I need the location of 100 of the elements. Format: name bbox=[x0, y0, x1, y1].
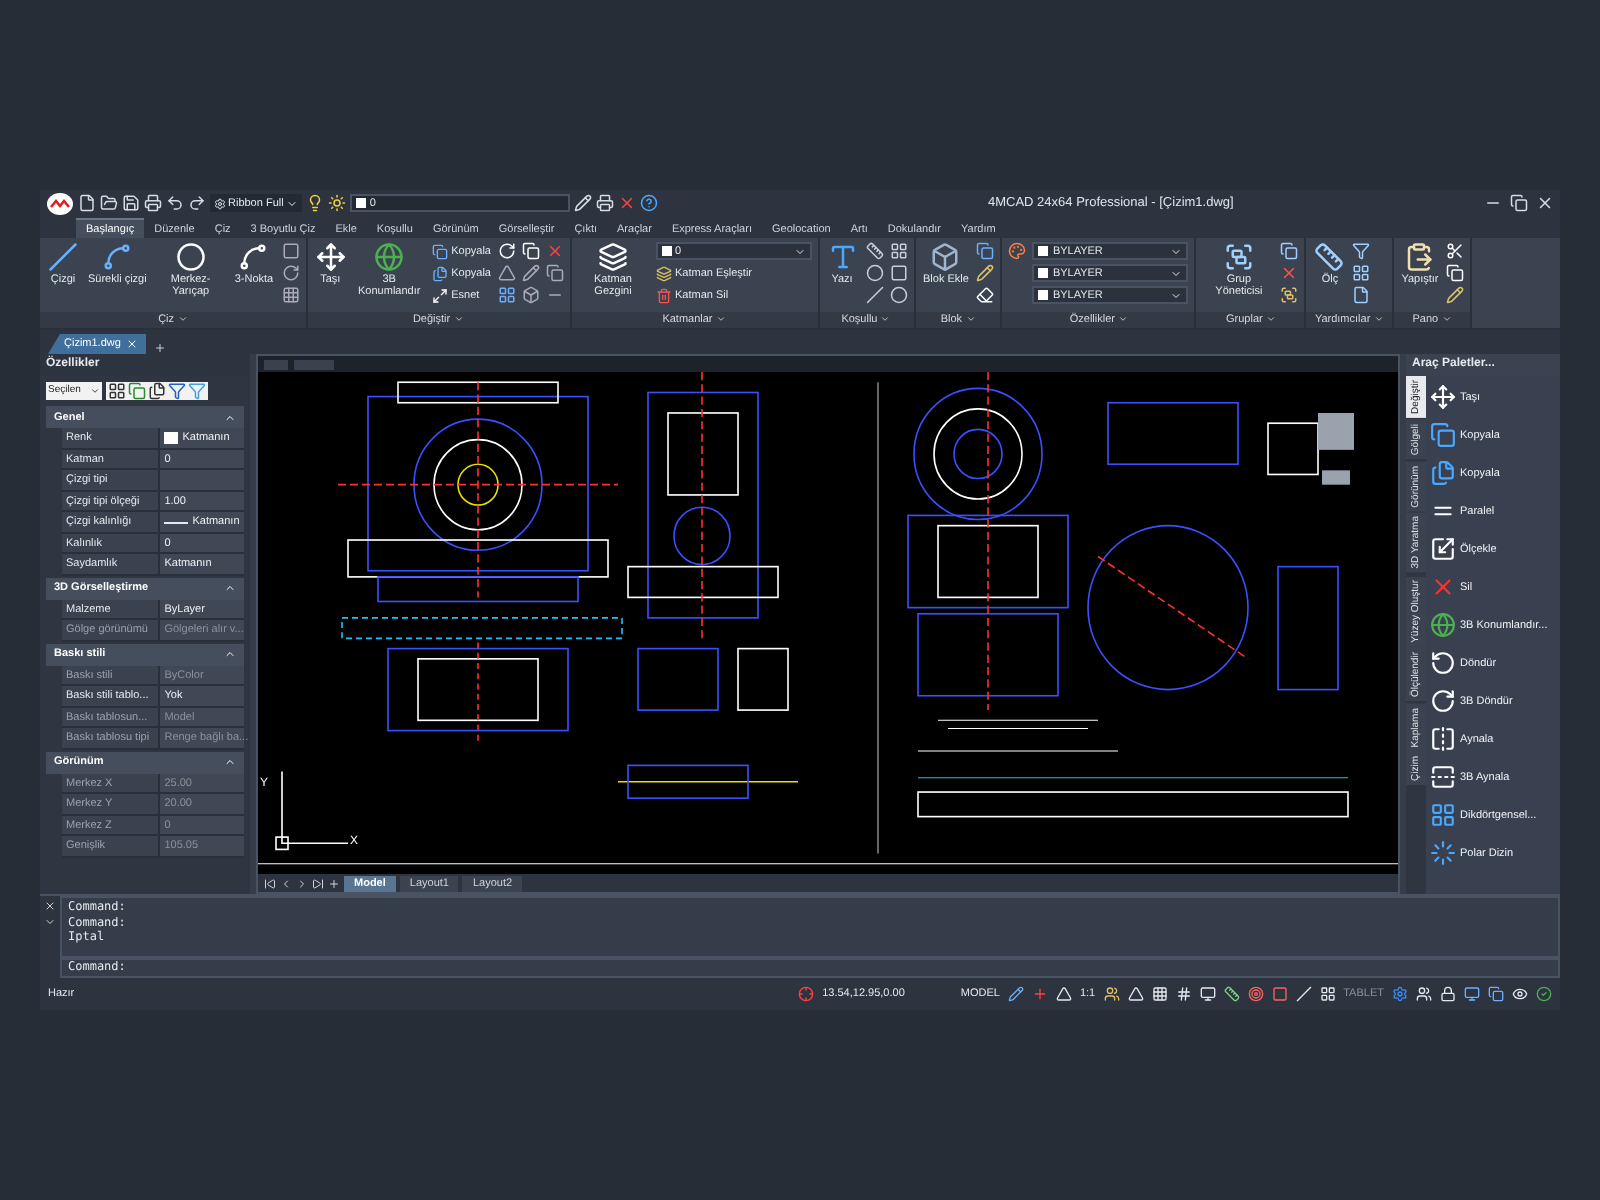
caret-icon bbox=[1441, 314, 1452, 325]
box-icon[interactable] bbox=[521, 286, 539, 304]
app-logo[interactable] bbox=[46, 191, 74, 215]
print-icon[interactable] bbox=[595, 194, 614, 212]
select-icon[interactable] bbox=[128, 381, 146, 399]
monitor-icon[interactable] bbox=[1199, 986, 1216, 1002]
pencil-icon[interactable] bbox=[976, 264, 995, 282]
ruler-icon[interactable] bbox=[1223, 986, 1240, 1002]
scale-icon bbox=[1430, 536, 1456, 562]
sun-icon[interactable] bbox=[327, 194, 346, 212]
copy-icon[interactable] bbox=[976, 242, 995, 260]
block-icon bbox=[930, 242, 961, 272]
eraser-icon[interactable] bbox=[976, 286, 995, 304]
redo-icon[interactable] bbox=[188, 194, 206, 212]
caret-icon bbox=[793, 245, 805, 257]
chevron-down-icon[interactable] bbox=[44, 916, 56, 928]
previous-icon[interactable] bbox=[280, 877, 292, 889]
select-icon[interactable] bbox=[148, 381, 166, 399]
copy-icon[interactable] bbox=[521, 242, 539, 260]
grid-icon[interactable] bbox=[1175, 986, 1192, 1002]
layers-icon bbox=[598, 242, 628, 272]
polar-array-icon bbox=[1430, 840, 1456, 866]
scissors-icon[interactable] bbox=[1446, 242, 1465, 260]
lock-icon[interactable] bbox=[1440, 986, 1456, 1002]
add-tab-icon[interactable] bbox=[154, 342, 167, 354]
copy-icon bbox=[431, 243, 448, 259]
users-icon[interactable] bbox=[1103, 986, 1120, 1002]
globe-icon bbox=[1430, 612, 1456, 638]
crosshair-icon[interactable] bbox=[798, 986, 815, 1002]
move-icon bbox=[315, 242, 346, 272]
plus-icon[interactable] bbox=[1031, 986, 1048, 1002]
close-icon bbox=[1430, 574, 1456, 600]
group-icon[interactable] bbox=[1280, 286, 1299, 304]
copy-icon[interactable] bbox=[545, 264, 563, 282]
new-file-icon[interactable] bbox=[78, 194, 96, 212]
last-icon[interactable] bbox=[312, 877, 324, 889]
settings-icon[interactable] bbox=[1392, 986, 1408, 1002]
caret-icon bbox=[177, 314, 188, 325]
square-icon[interactable] bbox=[281, 242, 300, 260]
layers-icon bbox=[655, 265, 671, 281]
properties-icon[interactable] bbox=[573, 194, 592, 212]
save-icon[interactable] bbox=[122, 194, 140, 212]
grid-icon[interactable] bbox=[1352, 264, 1371, 282]
grid-icon[interactable] bbox=[497, 286, 515, 304]
users-icon[interactable] bbox=[1416, 986, 1432, 1002]
caret-icon bbox=[1265, 314, 1276, 325]
help-icon[interactable] bbox=[639, 194, 658, 212]
ucs-axes-icon bbox=[275, 770, 349, 851]
monitor-icon[interactable] bbox=[1464, 986, 1480, 1002]
angle-icon[interactable] bbox=[1295, 986, 1312, 1002]
lightbulb-icon[interactable] bbox=[305, 194, 324, 212]
filter-icon[interactable] bbox=[188, 381, 206, 399]
triangle-icon[interactable] bbox=[497, 264, 515, 282]
print-icon[interactable] bbox=[144, 194, 162, 212]
first-icon[interactable] bbox=[264, 877, 276, 889]
copy-icon[interactable] bbox=[1446, 264, 1465, 282]
grid-icon[interactable] bbox=[889, 242, 907, 260]
mirror-icon bbox=[1430, 726, 1456, 752]
polyline-icon bbox=[102, 242, 133, 272]
caret-icon bbox=[453, 314, 464, 325]
circle-icon[interactable] bbox=[865, 264, 883, 282]
collapse-icon bbox=[224, 648, 236, 660]
pencil-icon[interactable] bbox=[521, 264, 539, 282]
square-icon[interactable] bbox=[1271, 986, 1288, 1002]
list-icon[interactable] bbox=[108, 381, 126, 399]
grid-icon[interactable] bbox=[281, 286, 300, 304]
ruler-icon bbox=[1314, 242, 1345, 272]
line-icon[interactable] bbox=[865, 286, 883, 304]
eye-icon[interactable] bbox=[1512, 986, 1528, 1002]
rotate-icon[interactable] bbox=[281, 264, 300, 282]
file-icon[interactable] bbox=[1352, 286, 1371, 304]
filter-icon[interactable] bbox=[168, 381, 186, 399]
copy-icon bbox=[431, 265, 448, 281]
pencil-icon[interactable] bbox=[1007, 986, 1024, 1002]
target-icon[interactable] bbox=[1247, 986, 1264, 1002]
list-icon[interactable] bbox=[1319, 986, 1336, 1002]
stretch-icon bbox=[431, 287, 448, 303]
square-icon[interactable] bbox=[889, 264, 907, 282]
caret-icon bbox=[715, 314, 726, 325]
check-icon[interactable] bbox=[1536, 986, 1552, 1002]
circle-icon bbox=[175, 242, 206, 272]
add-icon[interactable] bbox=[328, 877, 340, 889]
text-icon bbox=[827, 242, 857, 272]
copy-icon[interactable] bbox=[1280, 242, 1299, 260]
open-folder-icon[interactable] bbox=[100, 194, 118, 212]
collapse-icon bbox=[224, 411, 236, 423]
collapse-icon bbox=[224, 582, 236, 594]
undo-icon[interactable] bbox=[166, 194, 184, 212]
circle-icon[interactable] bbox=[889, 286, 907, 304]
group-icon bbox=[1223, 242, 1254, 272]
ruler-icon[interactable] bbox=[865, 242, 883, 260]
viewcube-icon[interactable] bbox=[1318, 413, 1354, 485]
pencil-icon[interactable] bbox=[1446, 286, 1465, 304]
copy-icon bbox=[1430, 422, 1456, 448]
next-icon[interactable] bbox=[296, 877, 308, 889]
restore-icon[interactable] bbox=[1510, 194, 1528, 212]
palette-icon[interactable] bbox=[1008, 242, 1027, 260]
globe-icon bbox=[374, 242, 405, 272]
collapse-icon bbox=[224, 756, 236, 768]
windows-icon[interactable] bbox=[1488, 986, 1504, 1002]
